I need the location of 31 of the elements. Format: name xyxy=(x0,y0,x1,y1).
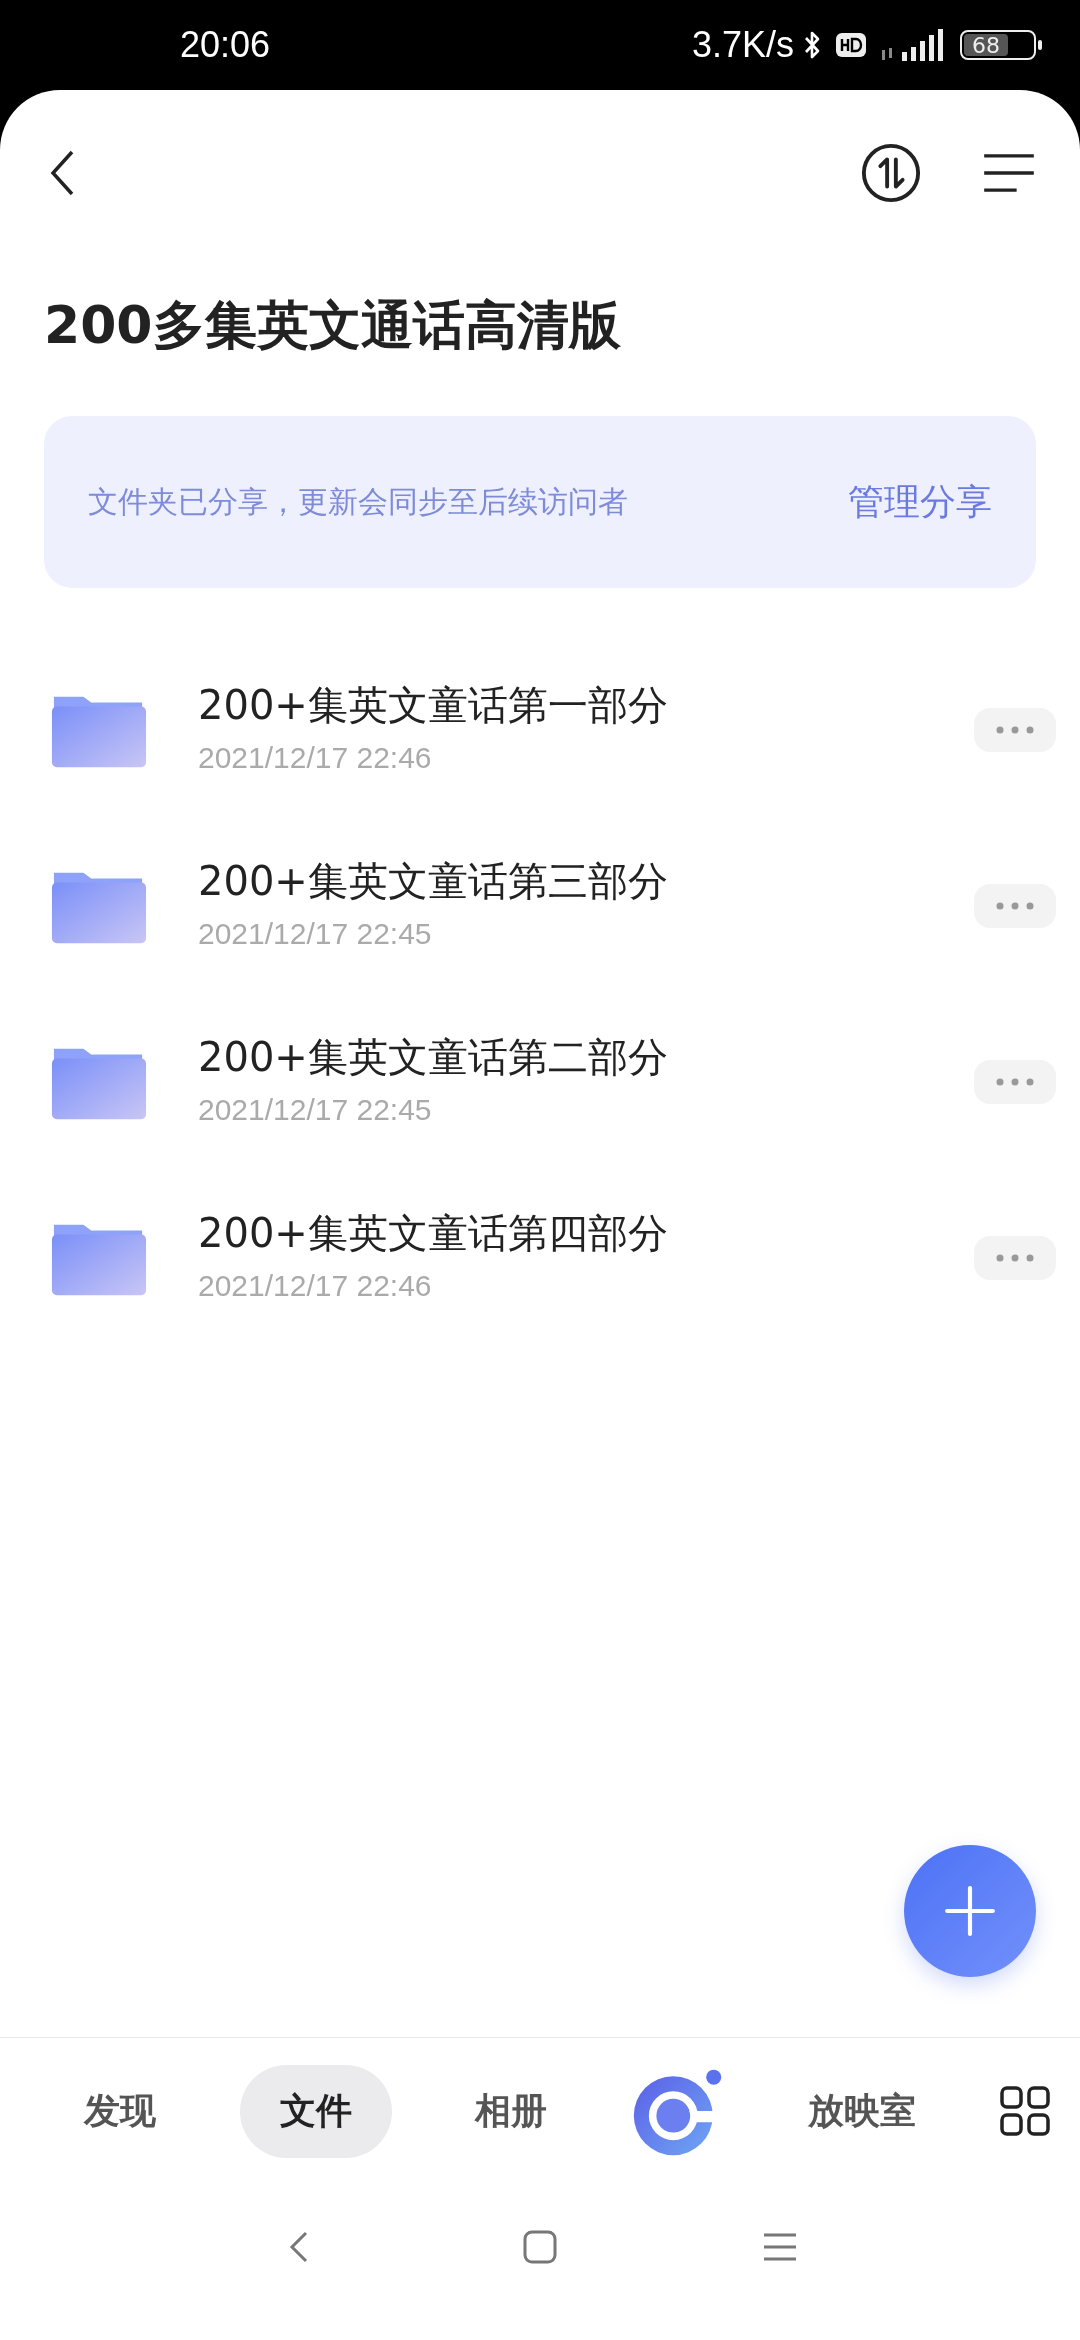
clock: 20:06 xyxy=(180,24,271,66)
nav-tab[interactable]: 放映室 xyxy=(768,2064,957,2158)
sort-icon[interactable] xyxy=(860,142,922,204)
file-name[interactable]: 200+集英文童话第二部分 xyxy=(198,1029,974,1085)
menu-icon[interactable] xyxy=(982,152,1036,194)
nav-tab[interactable]: 相册 xyxy=(435,2064,588,2158)
file-date: 2021/12/17 22:45 xyxy=(198,916,433,951)
file-name[interactable]: 200+集英文童话第三部分 xyxy=(198,853,974,909)
more-icon xyxy=(995,1077,1035,1088)
grid-icon[interactable] xyxy=(999,2086,1050,2136)
more-button[interactable] xyxy=(974,884,1056,929)
more-button[interactable] xyxy=(974,1060,1056,1105)
share-notice: 文件夹已分享，更新会同步至后续访问者 xyxy=(88,482,628,521)
plus-icon xyxy=(944,1885,996,1937)
hd-icon xyxy=(836,33,866,57)
nav-tab[interactable]: 发现 xyxy=(44,2064,196,2158)
file-name[interactable]: 200+集英文童话第四部分 xyxy=(198,1205,974,1261)
file-date: 2021/12/17 22:46 xyxy=(198,740,433,775)
file-date: 2021/12/17 22:46 xyxy=(198,1268,433,1303)
bluetooth-icon xyxy=(802,29,822,61)
more-button[interactable] xyxy=(974,1236,1056,1281)
network-speed: 3.7K/s xyxy=(691,24,794,66)
folder-title: 200多集英文通话高清版 xyxy=(44,294,622,357)
signal-icon xyxy=(880,28,944,62)
more-icon xyxy=(995,901,1035,912)
more-icon xyxy=(995,1253,1035,1264)
file-name[interactable]: 200+集英文童话第一部分 xyxy=(198,677,974,733)
more-button[interactable] xyxy=(974,708,1056,753)
nav-tab[interactable]: 文件 xyxy=(239,2064,392,2158)
file-date: 2021/12/17 22:45 xyxy=(198,1092,433,1127)
more-icon xyxy=(995,725,1035,736)
